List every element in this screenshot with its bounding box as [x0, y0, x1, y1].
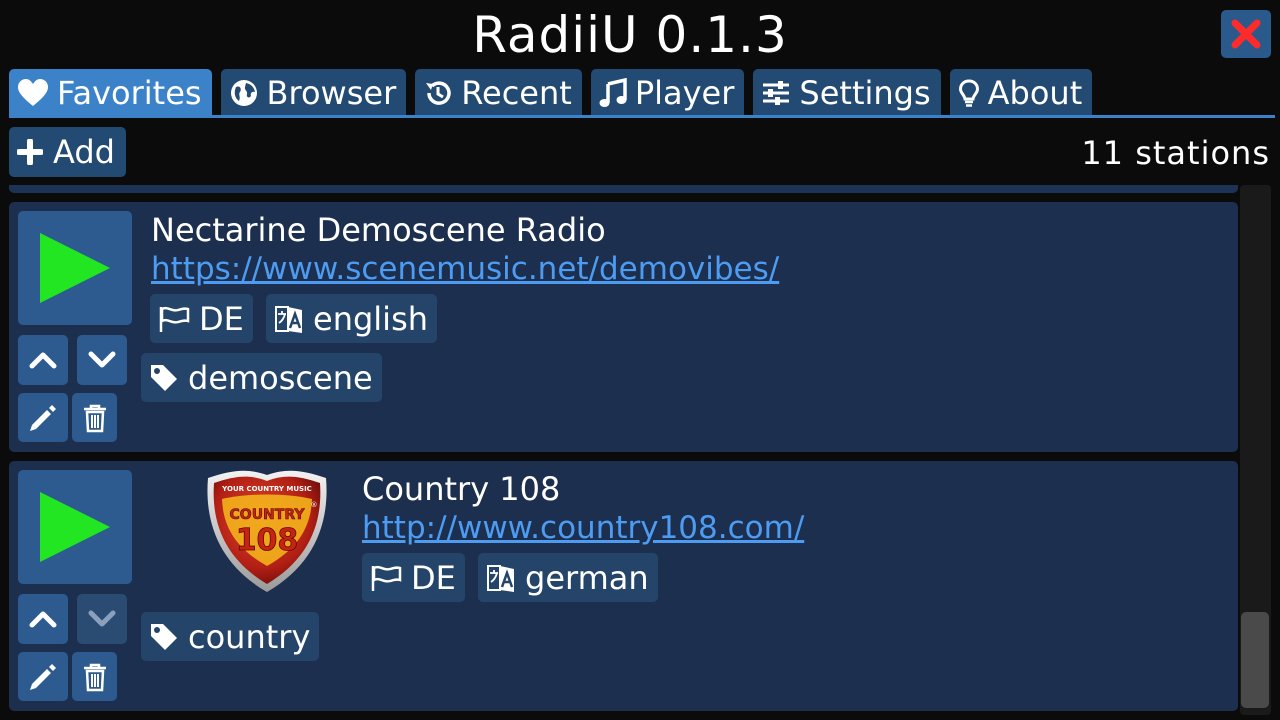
- tab-label: About: [987, 73, 1083, 112]
- lightbulb-icon: [958, 78, 979, 107]
- chevron-up-icon: [29, 352, 57, 369]
- trash-icon: [83, 663, 106, 691]
- country-code: DE: [199, 299, 244, 338]
- tab-label: Player: [634, 73, 735, 112]
- station-name: Country 108: [362, 470, 561, 508]
- play-icon: [40, 492, 110, 562]
- move-up-button[interactable]: [18, 335, 68, 385]
- scrollbar-thumb[interactable]: [1241, 612, 1269, 708]
- play-icon: [40, 233, 110, 303]
- plus-icon: [17, 139, 43, 165]
- tag-label: country: [188, 617, 311, 656]
- music-note-icon: [599, 77, 627, 107]
- tag-icon: [151, 364, 177, 391]
- tab-player[interactable]: Player: [590, 69, 745, 116]
- close-button[interactable]: [1221, 10, 1271, 58]
- tab-label: Browser: [266, 73, 397, 112]
- app-title: RadiiU 0.1.3: [472, 6, 788, 64]
- sliders-icon: [763, 80, 790, 105]
- tab-about[interactable]: About: [949, 69, 1093, 116]
- country-code: DE: [411, 558, 456, 597]
- history-icon: [426, 80, 451, 105]
- tab-browser[interactable]: Browser: [220, 69, 407, 116]
- station-card: YOUR COUNTRY MUSIC COUNTRY 108 ® Country…: [9, 461, 1238, 711]
- chevron-down-icon: [88, 610, 116, 627]
- country-chip: DE: [150, 294, 253, 343]
- close-icon: [1231, 19, 1261, 49]
- tab-recent[interactable]: Recent: [415, 69, 582, 116]
- edit-button[interactable]: [18, 393, 68, 442]
- tag-label: demoscene: [188, 358, 373, 397]
- trash-icon: [83, 404, 106, 432]
- tag-chip[interactable]: demoscene: [141, 353, 382, 402]
- chevron-down-icon: [88, 351, 116, 368]
- logo-brand: COUNTRY: [230, 507, 306, 523]
- tag-icon: [151, 623, 177, 650]
- delete-button[interactable]: [72, 393, 117, 442]
- flag-icon: [371, 565, 402, 591]
- flag-icon: [159, 306, 190, 332]
- delete-button[interactable]: [72, 652, 117, 701]
- translate-icon: [275, 305, 302, 333]
- pencil-icon: [30, 663, 56, 690]
- globe-icon: [230, 79, 257, 106]
- station-name: Nectarine Demoscene Radio: [151, 211, 606, 249]
- edit-button[interactable]: [18, 652, 68, 701]
- move-down-button[interactable]: [77, 335, 127, 385]
- play-button[interactable]: [18, 211, 132, 325]
- move-down-button[interactable]: [77, 594, 127, 644]
- translate-icon: [487, 564, 514, 592]
- pencil-icon: [30, 404, 56, 431]
- station-url-link[interactable]: http://www.country108.com/: [362, 510, 804, 546]
- station-count: 11 stations: [1081, 134, 1270, 172]
- language-name: english: [313, 299, 429, 338]
- add-label: Add: [53, 133, 115, 171]
- tab-bar: Favorites Browser Recent Player Settings…: [9, 69, 1093, 117]
- tag-chip[interactable]: country: [141, 612, 320, 661]
- country-chip: DE: [362, 553, 465, 602]
- language-chip: english: [266, 294, 438, 343]
- logo-number: 108: [236, 523, 299, 558]
- previous-card-edge: [9, 185, 1238, 193]
- heart-icon: [18, 78, 48, 106]
- language-chip: german: [478, 553, 658, 602]
- tab-label: Settings: [799, 73, 931, 112]
- station-url-link[interactable]: https://www.scenemusic.net/demovibes/: [151, 251, 779, 287]
- add-station-button[interactable]: Add: [9, 127, 126, 177]
- tab-label: Favorites: [57, 73, 202, 112]
- language-name: german: [525, 558, 649, 597]
- station-card: Nectarine Demoscene Radio https://www.sc…: [9, 202, 1238, 452]
- move-up-button[interactable]: [18, 594, 68, 644]
- chevron-up-icon: [29, 611, 57, 628]
- play-button[interactable]: [18, 470, 132, 584]
- logo-top-text: YOUR COUNTRY MUSIC: [221, 485, 312, 493]
- tab-underline: [9, 115, 1275, 118]
- tab-favorites[interactable]: Favorites: [9, 69, 212, 116]
- tab-label: Recent: [461, 73, 572, 112]
- logo-registered-mark: ®: [311, 501, 318, 509]
- station-logo: YOUR COUNTRY MUSIC COUNTRY 108 ®: [207, 470, 327, 592]
- tab-settings[interactable]: Settings: [753, 69, 941, 116]
